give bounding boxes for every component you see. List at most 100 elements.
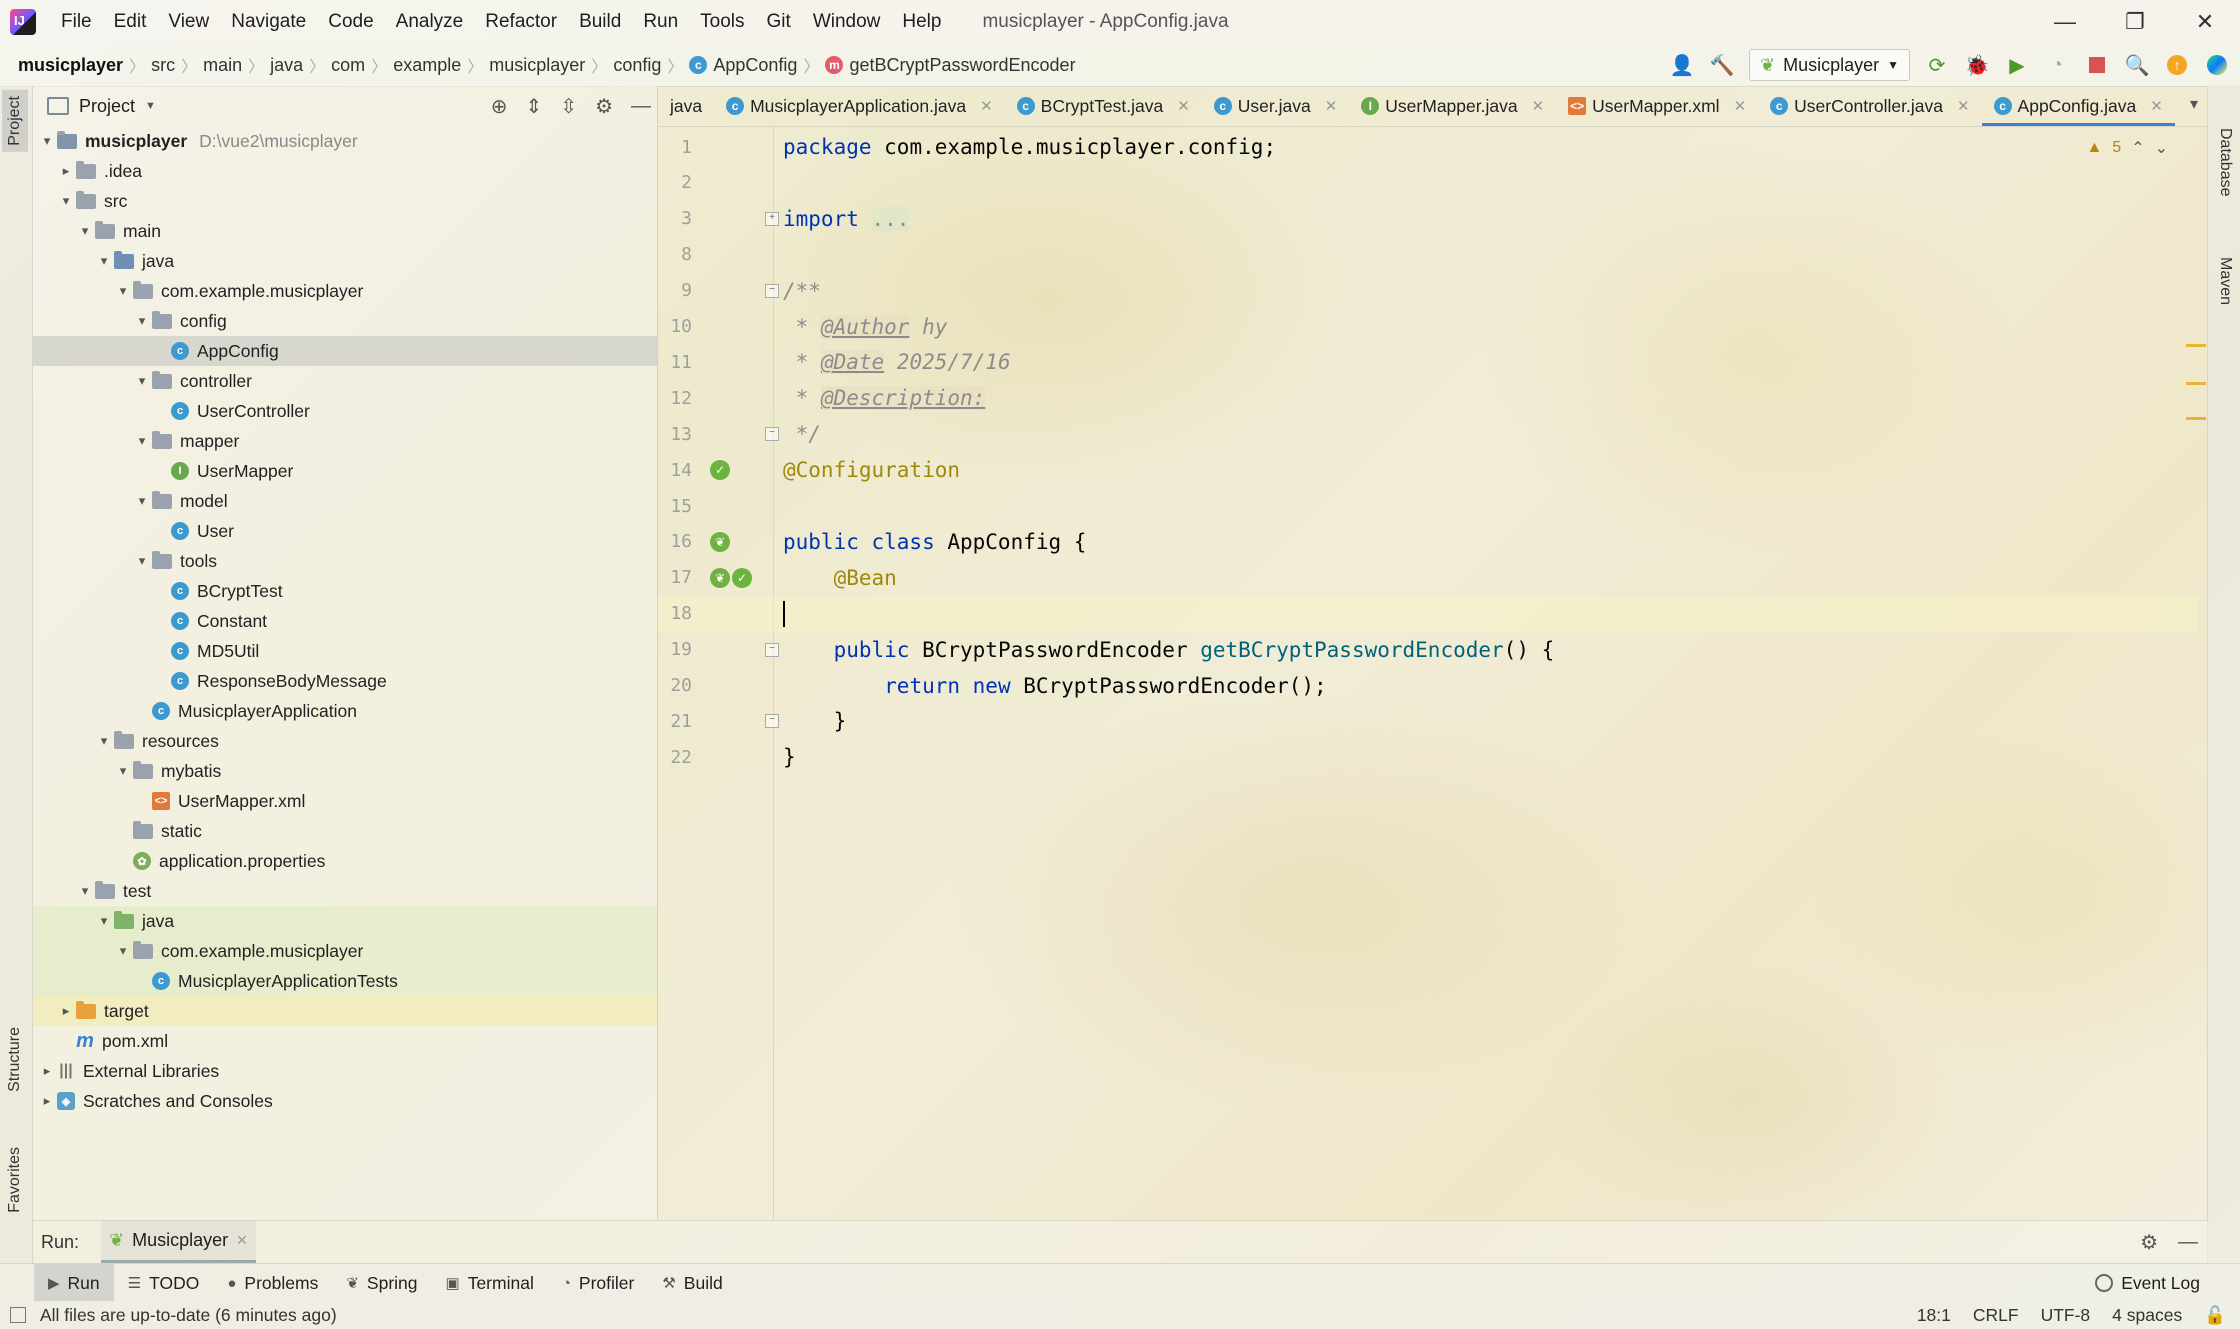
chevron-right-icon[interactable]: ▸	[37, 1063, 57, 1079]
chevron-down-icon[interactable]: ▾	[113, 283, 133, 299]
code-text[interactable]: public BCryptPasswordEncoder getBCryptPa…	[783, 638, 1555, 662]
code-text[interactable]: * @Description:	[783, 386, 998, 411]
warning-stripe-marker[interactable]	[2186, 382, 2206, 385]
code-text[interactable]	[783, 600, 785, 627]
gear-icon[interactable]: ⚙	[595, 94, 613, 119]
tree-node[interactable]: ▾ musicplayer D:\vue2\musicplayer	[33, 126, 657, 156]
code-text[interactable]: * @Date 2025/7/16	[783, 350, 1011, 375]
menu-git[interactable]: Git	[756, 11, 802, 33]
indent-setting[interactable]: 4 spaces	[2112, 1305, 2182, 1326]
tree-node[interactable]: ▸ target	[33, 996, 657, 1026]
chevron-right-icon[interactable]: ▸	[56, 1003, 76, 1019]
tabs-dropdown-icon[interactable]: ▾	[2190, 94, 2198, 114]
run-tab-musicplayer[interactable]: ❦ Musicplayer ✕	[101, 1221, 256, 1263]
tree-node[interactable]: ▾ resources	[33, 726, 657, 756]
code-text[interactable]: */	[783, 422, 821, 446]
menu-window[interactable]: Window	[802, 11, 892, 33]
close-icon[interactable]: ✕	[1957, 97, 1970, 115]
editor-tab[interactable]: I UserMapper.java ✕	[1349, 86, 1556, 126]
chevron-down-icon[interactable]: ▾	[113, 943, 133, 959]
gear-icon[interactable]: ⚙	[2140, 1230, 2158, 1255]
tree-node[interactable]: <> UserMapper.xml	[33, 786, 657, 816]
rerun-icon[interactable]: ⟳	[1924, 52, 1950, 78]
editor-tab[interactable]: <> UserMapper.xml ✕	[1556, 86, 1758, 126]
breadcrumb-item[interactable]: musicplayer	[483, 55, 591, 76]
editor-tab[interactable]: c MusicplayerApplication.java ✕	[714, 86, 1005, 126]
menu-navigate[interactable]: Navigate	[220, 11, 317, 33]
tree-node[interactable]: ▾ model	[33, 486, 657, 516]
fold-marker-icon[interactable]: −	[765, 714, 779, 729]
menu-run[interactable]: Run	[632, 11, 689, 33]
menu-view[interactable]: View	[157, 11, 220, 33]
menu-refactor[interactable]: Refactor	[474, 11, 568, 33]
tool-window-terminal[interactable]: ▣ Terminal	[432, 1264, 548, 1302]
spring-bean-check-icon[interactable]: ✓	[732, 567, 752, 588]
run-configuration-select[interactable]: ❦ Musicplayer ▼	[1748, 49, 1910, 81]
debug-icon[interactable]: 🐞	[1964, 52, 1990, 78]
code-text[interactable]: * @Author hy	[783, 314, 947, 339]
code-text[interactable]: }	[783, 709, 847, 733]
close-icon[interactable]: ✕	[980, 97, 993, 115]
breadcrumb-item[interactable]: c AppConfig	[683, 55, 803, 76]
menu-file[interactable]: File	[50, 11, 103, 33]
chevron-down-icon[interactable]: ▾	[132, 433, 152, 449]
close-icon[interactable]: ✕	[1325, 97, 1338, 115]
close-window-button[interactable]: ✕	[2170, 0, 2240, 44]
event-log-button[interactable]: Event Log	[2095, 1264, 2200, 1302]
tree-node[interactable]: ▾ java	[33, 246, 657, 276]
tree-node[interactable]: c ResponseBodyMessage	[33, 666, 657, 696]
menu-edit[interactable]: Edit	[103, 11, 158, 33]
vcs-user-icon[interactable]: 👤	[1669, 52, 1695, 78]
chevron-down-icon[interactable]: ▾	[132, 553, 152, 569]
chevron-down-icon[interactable]: ▾	[132, 313, 152, 329]
menu-help[interactable]: Help	[891, 11, 952, 33]
tree-node[interactable]: ▸ ||| External Libraries	[33, 1056, 657, 1086]
fold-marker-icon[interactable]: −	[765, 642, 779, 657]
collapse-all-icon[interactable]: ⇳	[560, 94, 577, 119]
hide-icon[interactable]: —	[631, 95, 651, 118]
tree-node[interactable]: c AppConfig	[33, 336, 657, 366]
tool-window-problems[interactable]: ● Problems	[213, 1264, 332, 1302]
code-text[interactable]: package com.example.musicplayer.config;	[783, 135, 1276, 159]
spring-config-icon[interactable]: ❦	[710, 531, 730, 552]
tree-node[interactable]: ▸ .idea	[33, 156, 657, 186]
previous-highlight-icon[interactable]: ⌃	[2131, 138, 2144, 158]
chevron-right-icon[interactable]: ▸	[37, 1093, 57, 1109]
inspection-widget[interactable]: ▲ 5 ⌃ ⌄	[2086, 138, 2168, 158]
menu-analyze[interactable]: Analyze	[385, 11, 475, 33]
chevron-down-icon[interactable]: ▾	[113, 763, 133, 779]
chevron-down-icon[interactable]: ▾	[94, 253, 114, 269]
tree-node[interactable]: c MD5Util	[33, 636, 657, 666]
chevron-down-icon[interactable]: ▾	[37, 133, 57, 149]
chevron-right-icon[interactable]: ▸	[56, 163, 76, 179]
maven-tool-tab[interactable]: Maven	[2212, 251, 2238, 311]
editor-tab[interactable]: c AppConfig.java ✕	[1981, 86, 2176, 126]
fold-marker-icon[interactable]: −	[765, 283, 779, 298]
code-text[interactable]: @Configuration	[783, 458, 960, 482]
tree-node[interactable]: c MusicplayerApplicationTests	[33, 966, 657, 996]
spring-bean-icon[interactable]: ✓	[710, 460, 730, 481]
database-tool-tab[interactable]: Database	[2212, 122, 2238, 203]
tree-node[interactable]: ▾ main	[33, 216, 657, 246]
tool-window-todo[interactable]: ☰ TODO	[114, 1264, 214, 1302]
tree-node[interactable]: ▾ src	[33, 186, 657, 216]
close-icon[interactable]: ✕	[1734, 97, 1747, 115]
spring-bean-icon[interactable]: ❦	[710, 567, 730, 588]
minimize-button[interactable]: —	[2030, 0, 2100, 44]
chevron-down-icon[interactable]: ▾	[94, 913, 114, 929]
profile-icon[interactable]: ◔	[2044, 52, 2070, 78]
favorites-tool-tab[interactable]: Favorites	[2, 1141, 28, 1219]
code-text[interactable]: @Bean	[783, 566, 897, 590]
tree-node[interactable]: ▾ controller	[33, 366, 657, 396]
chevron-down-icon[interactable]: ▾	[75, 883, 95, 899]
restore-button[interactable]: ❐	[2100, 0, 2170, 44]
breadcrumb-item[interactable]: musicplayer	[0, 55, 129, 76]
tree-node[interactable]: ✿ application.properties	[33, 846, 657, 876]
warning-stripe-marker[interactable]	[2186, 344, 2206, 347]
tree-node[interactable]: ▾ mapper	[33, 426, 657, 456]
editor-tab[interactable]: c UserController.java ✕	[1758, 86, 1981, 126]
tree-node[interactable]: static	[33, 816, 657, 846]
fold-marker-icon[interactable]: +	[765, 211, 779, 226]
tree-node[interactable]: m pom.xml	[33, 1026, 657, 1056]
tree-node[interactable]: c MusicplayerApplication	[33, 696, 657, 726]
